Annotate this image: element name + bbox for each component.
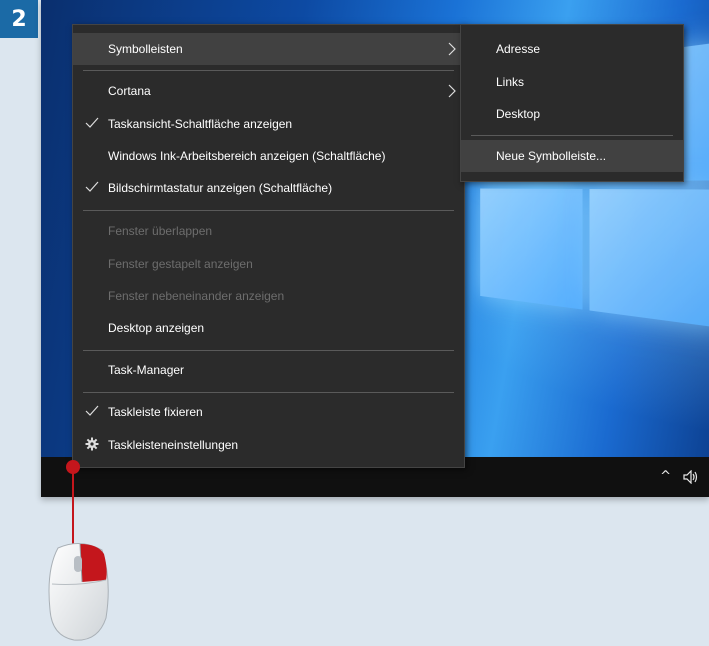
checkmark-icon	[85, 181, 99, 192]
system-tray: ^	[660, 469, 699, 484]
menu-item-label: Taskleisteneinstellungen	[108, 438, 239, 452]
chevron-right-icon	[448, 84, 456, 98]
menu-item-windows-ink[interactable]: Windows Ink-Arbeitsbereich anzeigen (Sch…	[73, 140, 464, 172]
menu-item-label: Taskansicht-Schaltfläche anzeigen	[108, 117, 293, 131]
menu-item-label: Desktop anzeigen	[108, 321, 205, 335]
menu-item-fenster-gestapelt: Fenster gestapelt anzeigen	[73, 248, 464, 280]
chevron-up-icon[interactable]: ^	[660, 469, 671, 484]
menu-item-label: Cortana	[108, 84, 151, 98]
menu-item-fenster-nebeneinander: Fenster nebeneinander anzeigen	[73, 280, 464, 312]
volume-icon[interactable]	[683, 469, 699, 484]
menu-separator	[83, 210, 454, 211]
menu-item-label: Task-Manager	[108, 363, 185, 377]
pointer-callout-line	[72, 466, 74, 546]
checkmark-icon	[85, 117, 99, 128]
menu-item-bildschirmtastatur[interactable]: Bildschirmtastatur anzeigen (Schaltfläch…	[73, 172, 464, 204]
menu-separator	[83, 350, 454, 351]
symbolleisten-submenu: Adresse Links Desktop Neue Symbolleiste.…	[460, 24, 684, 182]
submenu-item-desktop[interactable]: Desktop	[461, 98, 683, 130]
right-click-mouse-icon	[48, 543, 109, 641]
menu-item-task-manager[interactable]: Task-Manager	[73, 354, 464, 386]
menu-item-taskansicht[interactable]: Taskansicht-Schaltfläche anzeigen	[73, 108, 464, 140]
submenu-item-label: Neue Symbolleiste...	[496, 149, 607, 163]
menu-item-symbolleisten[interactable]: Symbolleisten	[73, 33, 464, 65]
submenu-item-links[interactable]: Links	[461, 66, 683, 98]
submenu-item-label: Desktop	[496, 107, 541, 121]
menu-item-cortana[interactable]: Cortana	[73, 75, 464, 107]
menu-item-label: Fenster überlappen	[108, 224, 213, 238]
submenu-item-label: Links	[496, 75, 525, 89]
menu-item-taskleisteneinstellungen[interactable]: Taskleisteneinstellungen	[73, 429, 464, 461]
pointer-callout-dot	[66, 460, 80, 474]
menu-item-fenster-ueberlappen: Fenster überlappen	[73, 215, 464, 247]
menu-item-label: Bildschirmtastatur anzeigen (Schaltfläch…	[108, 181, 333, 195]
menu-item-desktop-anzeigen[interactable]: Desktop anzeigen	[73, 312, 464, 344]
menu-separator	[471, 135, 673, 136]
menu-item-label: Windows Ink-Arbeitsbereich anzeigen (Sch…	[108, 149, 386, 163]
menu-separator	[83, 392, 454, 393]
checkmark-icon	[85, 405, 99, 416]
menu-separator	[83, 70, 454, 71]
submenu-item-label: Adresse	[496, 42, 541, 56]
menu-item-label: Symbolleisten	[108, 42, 183, 56]
step-number-badge: 2	[0, 0, 38, 38]
menu-item-label: Fenster gestapelt anzeigen	[108, 257, 253, 271]
menu-item-label: Taskleiste fixieren	[108, 405, 203, 419]
chevron-right-icon	[448, 42, 456, 56]
menu-item-label: Fenster nebeneinander anzeigen	[108, 289, 285, 303]
submenu-item-adresse[interactable]: Adresse	[461, 33, 683, 65]
submenu-item-neue-symbolleiste[interactable]: Neue Symbolleiste...	[461, 140, 683, 172]
menu-item-taskleiste-fixieren[interactable]: Taskleiste fixieren	[73, 396, 464, 428]
taskbar-context-menu: Symbolleisten Cortana Taskansicht-Schalt…	[72, 24, 465, 468]
gear-icon	[85, 437, 99, 451]
